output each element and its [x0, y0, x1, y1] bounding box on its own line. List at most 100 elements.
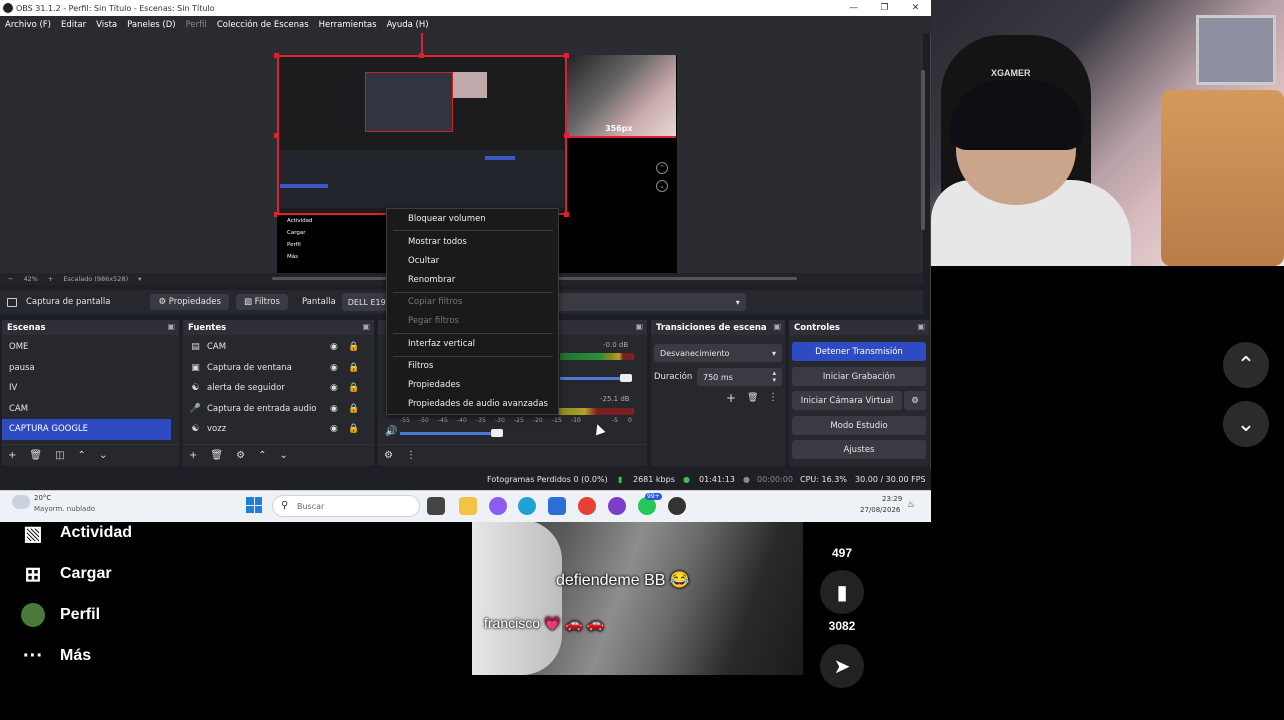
move-up-icon[interactable]: ⌃	[258, 450, 266, 461]
undock-icon[interactable]: ▣	[635, 322, 643, 331]
menu-docks[interactable]: Paneles (D)	[127, 20, 175, 30]
windows-start-icon[interactable]	[246, 497, 262, 513]
speaker-icon[interactable]: 🔊	[385, 426, 397, 437]
undock-icon[interactable]: ▣	[167, 322, 175, 331]
eye-icon[interactable]: ◉	[330, 424, 338, 434]
mixer-settings-icon[interactable]: ⚙	[384, 450, 393, 461]
menu-help[interactable]: Ayuda (H)	[387, 20, 429, 30]
weather-icon[interactable]	[12, 495, 30, 509]
edge-icon[interactable]	[518, 497, 536, 515]
source-item[interactable]: ☯ vozz ◉ 🔒	[183, 419, 374, 440]
source-item[interactable]: ☯ alerta de seguidor ◉ 🔒	[183, 378, 374, 399]
preview-scrollbar-vertical[interactable]	[921, 70, 925, 230]
studio-mode-button[interactable]: Modo Estudio	[792, 416, 926, 435]
taskbar-search[interactable]: ⚲ Buscar	[272, 495, 420, 517]
filter-icon[interactable]: ◫	[55, 450, 64, 461]
channel1-slider-handle[interactable]	[620, 374, 632, 382]
obs-taskbar-icon[interactable]	[608, 497, 626, 515]
source-item[interactable]: 🎤 Captura de entrada audio ◉ 🔒	[183, 399, 374, 420]
resize-handle[interactable]	[564, 53, 569, 58]
store-icon[interactable]	[548, 497, 566, 515]
lock-icon[interactable]: 🔒	[348, 363, 359, 373]
menu-file[interactable]: Archivo (F)	[5, 20, 51, 30]
menu-advanced-audio[interactable]: Propiedades de audio avanzadas	[408, 399, 548, 409]
menu-tools[interactable]: Herramientas	[319, 20, 377, 30]
lock-icon[interactable]: 🔒	[348, 383, 359, 393]
undock-icon[interactable]: ▣	[917, 322, 925, 331]
menu-show-all[interactable]: Mostrar todos	[408, 237, 467, 247]
resize-handle[interactable]	[564, 133, 569, 138]
eye-icon[interactable]: ◉	[330, 342, 338, 352]
menu-filters[interactable]: Filtros	[408, 361, 433, 371]
channel2-slider-handle[interactable]	[491, 429, 503, 437]
menu-properties[interactable]: Propiedades	[408, 380, 460, 390]
bookmark-icon[interactable]: ▮	[820, 570, 864, 614]
scene-item[interactable]: IV	[2, 378, 179, 399]
lock-icon[interactable]: 🔒	[348, 342, 359, 352]
tiktok-video[interactable]: defiendeme BB 😂 francisco 💗 🚗 🚗	[472, 520, 803, 675]
resize-handle[interactable]	[274, 53, 279, 58]
menu-hide[interactable]: Ocultar	[408, 256, 439, 266]
scene-item[interactable]: CAM	[2, 399, 179, 420]
gear-icon[interactable]: ⚙	[236, 450, 245, 461]
transition-select[interactable]: Desvanecimiento ▾	[654, 344, 782, 362]
menu-edit[interactable]: Editar	[61, 20, 86, 30]
menu-lock-volume[interactable]: Bloquear volumen	[408, 214, 486, 224]
minimize-icon[interactable]: —	[838, 0, 869, 16]
scene-item[interactable]: pausa	[2, 358, 179, 379]
eye-icon[interactable]: ◉	[330, 404, 338, 414]
source-item[interactable]: ▣ Captura de ventana ◉ 🔒	[183, 358, 374, 379]
add-transition-icon[interactable]: +	[726, 391, 736, 405]
chevron-up-icon[interactable]: ⌃	[1223, 342, 1269, 388]
transition-menu-icon[interactable]: ⋮	[768, 392, 778, 403]
resize-handle[interactable]	[419, 53, 424, 58]
tt-nav-profile[interactable]: Perfil	[20, 602, 100, 628]
properties-button[interactable]: ⚙ Propiedades	[150, 294, 229, 310]
resize-handle[interactable]	[274, 133, 279, 138]
zoom-out-icon[interactable]: −	[8, 275, 13, 283]
zoom-in-icon[interactable]: +	[48, 275, 53, 283]
notification-bell-icon[interactable]: ♨	[907, 500, 915, 510]
add-icon[interactable]: +	[8, 450, 16, 461]
source-item[interactable]: ▤ CAM ◉ 🔒	[183, 337, 374, 358]
eye-icon[interactable]: ◉	[330, 383, 338, 393]
scene-item-selected[interactable]: CAPTURA GOOGLE	[2, 419, 171, 440]
menu-vertical-layout[interactable]: Interfaz vertical	[408, 339, 475, 349]
trash-icon[interactable]: 🗑	[747, 393, 758, 403]
chrome-icon[interactable]	[578, 497, 596, 515]
stop-stream-button[interactable]: Detener Transmisión	[792, 342, 926, 361]
tt-nav-more[interactable]: ··· Más	[20, 643, 91, 669]
settings-button[interactable]: Ajustes	[792, 440, 926, 459]
scene-item[interactable]: OME	[2, 337, 179, 358]
trash-icon[interactable]: 🗑	[29, 450, 42, 461]
tt-nav-activity[interactable]: ▧ Actividad	[20, 520, 132, 546]
copilot-icon[interactable]	[489, 497, 507, 515]
maximize-icon[interactable]: ❐	[869, 0, 900, 16]
task-view-icon[interactable]	[427, 497, 445, 515]
virtual-cam-settings-icon[interactable]: ⚙	[904, 391, 926, 410]
channel2-volume-slider[interactable]	[400, 432, 500, 435]
resize-handle[interactable]	[564, 212, 569, 217]
obs-app-icon[interactable]	[668, 497, 686, 515]
duration-spinbox[interactable]: 750 ms ▴ ▾	[697, 368, 782, 386]
move-down-icon[interactable]: ⌄	[279, 450, 287, 461]
undock-icon[interactable]: ▣	[773, 322, 781, 331]
tt-nav-upload[interactable]: ⊞ Cargar	[20, 561, 112, 587]
close-icon[interactable]: ✕	[900, 0, 931, 16]
add-icon[interactable]: +	[189, 450, 197, 461]
chevron-down-icon[interactable]: ⌄	[1223, 401, 1269, 447]
menu-profile[interactable]: Perfil	[186, 20, 207, 30]
trash-icon[interactable]: 🗑	[210, 450, 223, 461]
lock-icon[interactable]: 🔒	[348, 404, 359, 414]
undock-icon[interactable]: ▣	[362, 322, 370, 331]
move-up-icon[interactable]: ⌃	[78, 450, 86, 461]
filters-button[interactable]: ▧ Filtros	[235, 294, 288, 310]
menu-scene-collection[interactable]: Colección de Escenas	[217, 20, 309, 30]
start-virtual-cam-button[interactable]: Iniciar Cámara Virtual	[792, 391, 902, 410]
file-explorer-icon[interactable]	[459, 497, 477, 515]
move-down-icon[interactable]: ⌄	[99, 450, 107, 461]
mixer-menu-icon[interactable]: ⋮	[406, 450, 416, 461]
scale-dropdown-icon[interactable]: ▾	[138, 275, 141, 283]
eye-icon[interactable]: ◉	[330, 363, 338, 373]
share-icon[interactable]: ➤	[820, 644, 864, 688]
